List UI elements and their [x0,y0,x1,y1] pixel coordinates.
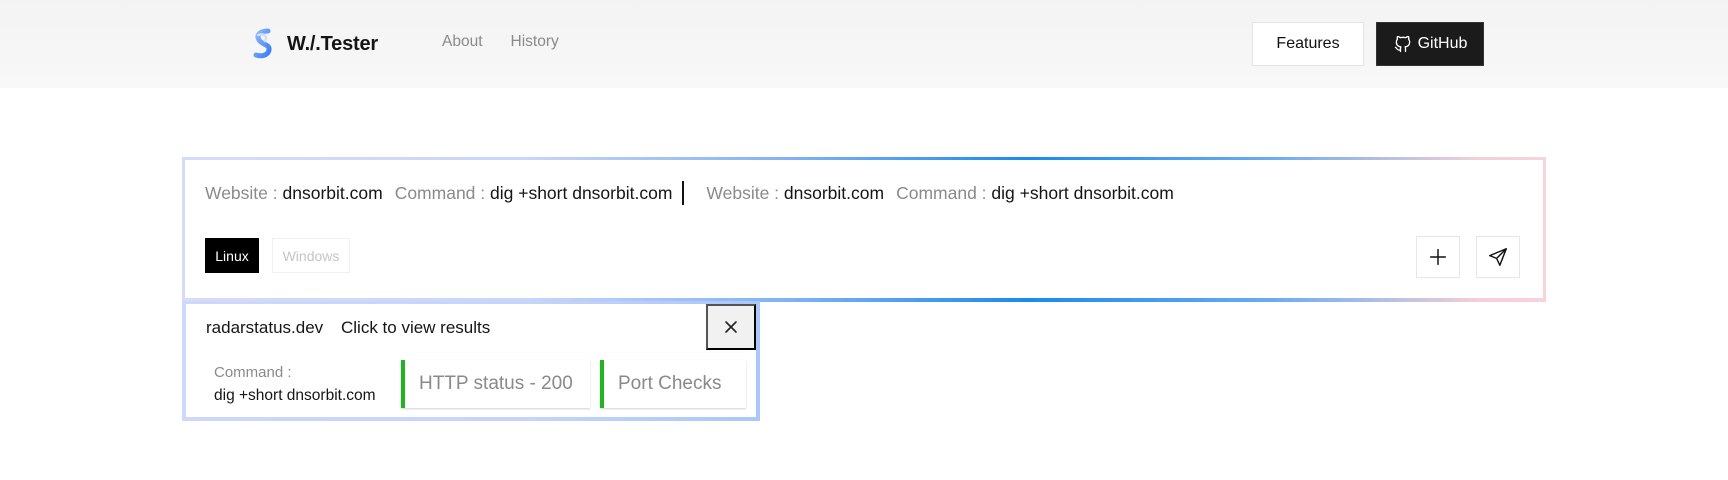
result-command-label: Command : [214,364,292,381]
website-label: Website : [205,182,278,203]
website-label: Website : [706,182,780,203]
add-button[interactable] [1416,236,1460,278]
os-windows-toggle[interactable]: Windows [272,238,350,273]
brand[interactable]: W./.Tester [250,28,378,60]
github-label: GitHub [1417,35,1468,52]
result-view-hint[interactable]: Click to view results [341,318,490,338]
send-icon [1489,248,1507,266]
close-result-button[interactable] [706,304,756,350]
command-input-line[interactable]: Website : dnsorbit.com Command : dig +sh… [205,181,1186,205]
brand-logo-icon [253,28,272,59]
command-label: Command : [394,182,486,203]
port-checks-chip[interactable]: Port Checks [600,360,746,408]
nav-history-link[interactable]: History [511,33,559,51]
features-button[interactable]: Features [1252,22,1364,66]
command-label: Command : [896,182,987,203]
brand-name: W./.Tester [287,32,378,55]
top-nav-bar: W./.Tester About History Features GitHub [0,0,1728,88]
command-value: dig +short dnsorbit.com [490,182,673,203]
plus-icon [1429,248,1447,266]
nav-about-link[interactable]: About [442,33,483,51]
text-cursor [682,181,685,205]
os-linux-toggle[interactable]: Linux [205,238,259,273]
github-button[interactable]: GitHub [1376,22,1484,66]
github-icon [1394,35,1410,53]
send-button[interactable] [1476,236,1520,278]
result-command-value: dig +short dnsorbit.com [214,387,376,404]
result-domain[interactable]: radarstatus.dev [206,318,323,338]
main-nav: About History [442,33,587,51]
command-value: dig +short dnsorbit.com [991,182,1174,203]
website-value: dnsorbit.com [783,182,885,203]
close-icon [725,321,737,333]
http-status-chip[interactable]: HTTP status - 200 [401,360,590,408]
test-input-panel [185,160,1543,298]
website-value: dnsorbit.com [282,182,383,203]
